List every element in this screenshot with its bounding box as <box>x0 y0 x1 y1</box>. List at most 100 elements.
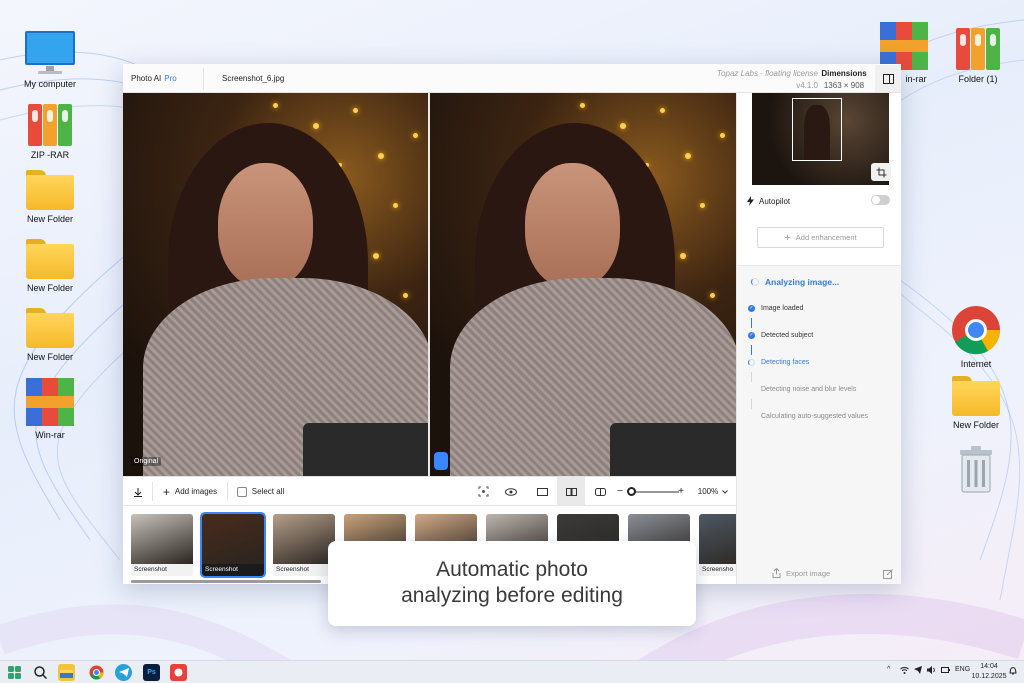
desktop-icon-label: New Folder <box>952 420 999 430</box>
clock-time[interactable]: 14:04 <box>978 663 1000 670</box>
zoom-slider-track[interactable] <box>631 491 679 493</box>
checkmark-icon: ✓ <box>748 305 755 312</box>
analysis-step: ✓ Image loaded <box>748 305 803 312</box>
chrome-icon <box>89 665 104 680</box>
folder-icon <box>26 170 74 210</box>
clock-date[interactable]: 10.12.2025 <box>968 673 1010 680</box>
winrar-icon <box>26 378 74 426</box>
desktop-icon-new-folder[interactable]: New Folder <box>14 170 86 225</box>
thumbnail-image <box>202 514 264 564</box>
desktop-icon-label: Folder (1) <box>958 74 998 84</box>
desktop-icon-recycle-bin[interactable] <box>940 444 1012 496</box>
archive-icon <box>28 102 72 146</box>
viewer-toolbar: + Add images Select all − + 100% <box>123 476 736 506</box>
preview-eye-button[interactable] <box>499 477 523 506</box>
thumbnail-item[interactable]: Screensho <box>699 514 736 576</box>
desktop-icon-label: ZIP -RAR <box>30 150 70 160</box>
zoom-level-select[interactable]: 100% <box>693 477 733 506</box>
toggle-panel-button[interactable] <box>875 65 901 92</box>
step-connector <box>751 345 752 355</box>
start-button[interactable] <box>6 664 23 681</box>
folder-icon <box>26 308 74 348</box>
chrome-taskbar-button[interactable] <box>88 664 105 681</box>
thumbnail-item[interactable]: Screenshot <box>131 514 193 576</box>
thumbnail-scrollbar[interactable] <box>131 580 321 583</box>
language-indicator[interactable]: ENG <box>955 666 970 673</box>
volume-icon[interactable] <box>927 666 936 676</box>
photoshop-button[interactable]: Ps <box>143 664 160 681</box>
tray-chevron-icon[interactable]: ^ <box>887 666 890 673</box>
desktop-icon-new-folder[interactable]: New Folder <box>14 239 86 294</box>
compare-handle[interactable] <box>434 452 448 470</box>
processed-photo <box>430 93 736 476</box>
step-label: Detecting faces <box>761 359 810 366</box>
license-text: Topaz Labs - floating license <box>716 69 818 78</box>
navigator-frame[interactable] <box>792 98 842 161</box>
telegram-icon <box>118 668 129 677</box>
caption-card: Automatic photo analyzing before editing <box>328 541 696 626</box>
zoom-slider-handle[interactable] <box>627 487 636 496</box>
step-label: Image loaded <box>761 305 804 312</box>
image-viewer[interactable]: Original <box>123 93 736 476</box>
step-label: Detecting noise and blur levels <box>761 386 857 393</box>
loading-spinner-icon <box>748 359 755 366</box>
thumbnail-caption: Screensho <box>699 564 736 576</box>
app-icon <box>174 668 183 677</box>
notifications-icon[interactable] <box>1009 666 1017 677</box>
network-icon[interactable] <box>900 666 909 676</box>
archive-icon <box>956 26 1000 70</box>
desktop-icon-folder-1[interactable]: Folder (1) <box>942 26 1014 85</box>
crop-icon <box>876 167 886 177</box>
analysis-panel: Analyzing image... ✓ Image loaded ✓ Dete… <box>737 265 901 584</box>
desktop-icon-label: My computer <box>23 79 76 89</box>
thumbnail-caption: Screenshot <box>273 564 335 576</box>
desktop-icon-new-folder[interactable]: New Folder <box>14 308 86 363</box>
thumbnail-image <box>273 514 335 564</box>
face-detect-button[interactable] <box>471 477 495 506</box>
autopilot-toggle[interactable] <box>871 195 890 205</box>
telegram-button[interactable] <box>115 664 132 681</box>
desktop-icon-new-folder[interactable]: New Folder <box>940 376 1012 431</box>
edit-export-settings-button[interactable] <box>883 566 893 584</box>
file-explorer-button[interactable] <box>58 664 75 681</box>
right-panel: Autopilot + Add enhancement Analyzing im… <box>736 93 901 584</box>
desktop-icon-zip-rar[interactable]: ZIP -RAR <box>14 102 86 161</box>
plus-icon: + <box>784 231 791 244</box>
split-view-icon <box>594 487 606 496</box>
zoom-out-button[interactable]: − <box>615 477 625 506</box>
select-all-checkbox[interactable]: Select all <box>233 477 288 506</box>
import-button[interactable] <box>127 477 149 506</box>
thumbnail-item[interactable]: Screenshot <box>273 514 335 576</box>
caption-line-2: analyzing before editing <box>401 584 623 607</box>
export-image-button[interactable]: Export image <box>772 568 830 578</box>
desktop-icon-win-rar[interactable]: Win-rar <box>14 378 86 441</box>
dimensions-value: 1363 × 908 <box>823 81 865 90</box>
file-name-tab[interactable]: Screenshot_6.jpg <box>222 74 284 83</box>
search-button[interactable] <box>32 664 49 681</box>
add-enhancement-button[interactable]: + Add enhancement <box>757 227 884 248</box>
thumbnail-image <box>131 514 193 564</box>
zoom-in-button[interactable]: + <box>675 477 687 506</box>
navigator-preview[interactable] <box>752 93 889 185</box>
battery-icon[interactable] <box>941 666 950 676</box>
battery-icon-glyph <box>941 667 950 673</box>
send-icon <box>914 666 922 674</box>
telegram-tray-icon[interactable] <box>914 666 922 676</box>
title-separator <box>203 68 204 90</box>
desktop-icon-internet[interactable]: Internet <box>940 305 1012 370</box>
app-taskbar-button[interactable] <box>170 664 187 681</box>
chevron-down-icon <box>722 489 729 494</box>
loading-spinner-icon <box>751 278 759 286</box>
thumbnail-item[interactable]: Screenshot <box>200 512 266 578</box>
dimensions-label: Dimensions <box>821 69 867 78</box>
app-brand: Photo AI Pro <box>131 74 177 83</box>
start-icon <box>8 666 21 679</box>
step-connector <box>751 399 752 409</box>
crop-button[interactable] <box>871 163 891 181</box>
add-images-button[interactable]: + Add images <box>157 477 223 506</box>
single-view-button[interactable] <box>528 477 556 506</box>
split-view-button[interactable] <box>587 477 613 506</box>
desktop-icon-my-computer[interactable]: My computer <box>14 29 86 90</box>
side-by-side-button[interactable] <box>557 477 585 506</box>
single-view-icon <box>536 487 548 496</box>
